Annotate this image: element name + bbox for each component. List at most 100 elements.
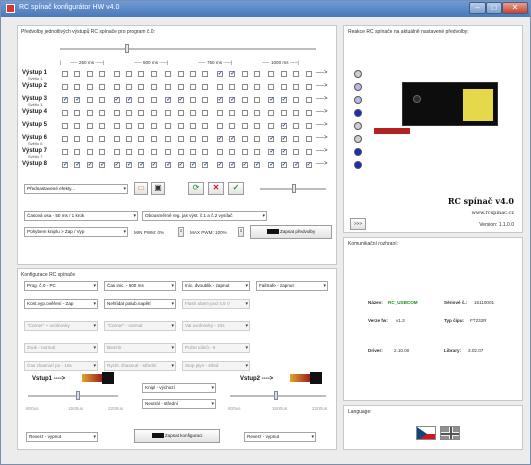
output-5-step-3-checkbox[interactable]: [86, 123, 93, 129]
output-1-step-3-checkbox[interactable]: [86, 71, 93, 77]
output-4-step-5-checkbox[interactable]: [113, 110, 120, 116]
output-5-step-5-checkbox[interactable]: [113, 123, 120, 129]
output-2-step-14-checkbox[interactable]: [229, 84, 236, 90]
config-combo-r1-c4[interactable]: FailSafe - zapnut ▾: [256, 281, 328, 291]
output-2-step-3-checkbox[interactable]: [86, 84, 93, 90]
output-1-step-18-checkbox[interactable]: [280, 71, 287, 77]
output-6-step-4-checkbox[interactable]: [99, 136, 106, 142]
output-7-step-9-checkbox[interactable]: [165, 149, 172, 155]
output-2-step-10-checkbox[interactable]: [177, 84, 184, 90]
output-2-step-16-checkbox[interactable]: [254, 84, 260, 90]
output-5-step-4-checkbox[interactable]: [99, 123, 106, 129]
output-8-step-13-checkbox[interactable]: [216, 161, 223, 168]
config-combo-r5-c1[interactable]: Čas zhasnutí po - 10s ▾: [24, 361, 98, 371]
output-2-step-1-checkbox[interactable]: [62, 84, 68, 90]
output-6-step-10-checkbox[interactable]: [177, 136, 184, 142]
output-5-step-7-checkbox[interactable]: [138, 123, 145, 129]
output-4-step-12-checkbox[interactable]: [202, 110, 209, 116]
output-1-step-7-checkbox[interactable]: [138, 71, 145, 77]
output-8-step-8-checkbox[interactable]: [150, 161, 157, 168]
output-6-step-5-checkbox[interactable]: [113, 136, 120, 142]
close-button[interactable]: ✕: [502, 2, 528, 14]
more-button[interactable]: >>>: [350, 218, 366, 230]
output-7-step-18-checkbox[interactable]: [280, 148, 287, 155]
output-2-step-11-checkbox[interactable]: [190, 84, 196, 90]
output-6-step-11-checkbox[interactable]: [190, 136, 196, 142]
output-1-step-17-checkbox[interactable]: [268, 71, 275, 77]
output-8-step-5-checkbox[interactable]: [113, 161, 120, 168]
output-5-step-17-checkbox[interactable]: [268, 123, 275, 129]
output-6-step-2-checkbox[interactable]: [74, 136, 81, 142]
output-8-step-10-checkbox[interactable]: [177, 161, 184, 168]
output-8-step-19-checkbox[interactable]: [293, 161, 299, 168]
config-combo-r3-c2[interactable]: "Corner" - normal ▾: [104, 321, 176, 331]
czech-flag-icon[interactable]: [416, 426, 436, 440]
output-2-step-20-checkbox[interactable]: [305, 84, 312, 90]
output-7-step-14-checkbox[interactable]: [229, 149, 236, 155]
knipl-combo[interactable]: Knipl - výchozí ▾: [142, 383, 216, 393]
output-8-step-4-checkbox[interactable]: [99, 161, 105, 168]
brightness-slider-thumb[interactable]: [292, 184, 296, 193]
output-7-step-1-checkbox[interactable]: [62, 149, 68, 155]
output-8-step-12-checkbox[interactable]: [202, 161, 208, 168]
output-7-step-2-checkbox[interactable]: [74, 149, 81, 155]
output-4-step-7-checkbox[interactable]: [138, 110, 145, 116]
output-7-step-19-checkbox[interactable]: [293, 149, 300, 155]
output-1-step-2-checkbox[interactable]: [74, 71, 81, 77]
output-7-step-16-checkbox[interactable]: [254, 149, 260, 155]
output-7-step-8-checkbox[interactable]: [150, 149, 157, 155]
output-1-step-4-checkbox[interactable]: [99, 71, 106, 77]
output-4-step-19-checkbox[interactable]: [293, 110, 300, 116]
config-combo-r5-c2[interactable]: Rychl. zhasnutí - střední ▾: [104, 361, 176, 371]
output-7-step-11-checkbox[interactable]: [190, 149, 196, 155]
output-5-step-16-checkbox[interactable]: [254, 123, 260, 129]
save-button[interactable]: ▣: [151, 182, 165, 195]
refresh-button[interactable]: ⟳: [188, 182, 204, 195]
output-7-step-7-checkbox[interactable]: [138, 149, 145, 155]
output-3-step-19-checkbox[interactable]: [293, 97, 300, 103]
program-slider-thumb[interactable]: [125, 44, 129, 53]
output-7-step-20-checkbox[interactable]: [305, 149, 312, 155]
output-6-step-13-checkbox[interactable]: [216, 135, 223, 142]
output-5-step-13-checkbox[interactable]: [216, 123, 223, 129]
output-7-step-5-checkbox[interactable]: [113, 149, 120, 155]
output-5-step-20-checkbox[interactable]: [305, 123, 312, 129]
button-mode-combo[interactable]: Pohybem kniplu > Zap / Vyp ▾: [24, 227, 128, 237]
output-1-step-9-checkbox[interactable]: [165, 71, 172, 77]
output-2-step-7-checkbox[interactable]: [138, 84, 145, 90]
output-5-step-6-checkbox[interactable]: [126, 123, 132, 129]
input2-slider-track[interactable]: [230, 395, 326, 397]
min-pwm-stepper[interactable]: ⇕: [178, 227, 184, 237]
input1-slider-thumb[interactable]: [76, 391, 80, 400]
output-3-step-15-checkbox[interactable]: [241, 97, 248, 103]
output-6-step-3-checkbox[interactable]: [86, 136, 93, 142]
output-3-step-16-checkbox[interactable]: [254, 97, 260, 103]
config-combo-r2-c3[interactable]: Flash alarm pod 4,5 V ▾: [182, 299, 250, 309]
output-3-step-5-checkbox[interactable]: [113, 96, 120, 103]
output-6-step-18-checkbox[interactable]: [280, 135, 287, 142]
output-4-step-17-checkbox[interactable]: [268, 110, 275, 116]
output-7-step-12-checkbox[interactable]: [202, 149, 209, 155]
output-1-step-10-checkbox[interactable]: [177, 71, 184, 77]
config-combo-r1-c1[interactable]: Prog. č.0 - PC ▾: [24, 281, 98, 291]
output-3-step-18-checkbox[interactable]: [280, 96, 287, 103]
output-4-step-13-checkbox[interactable]: [216, 110, 223, 116]
program-slider-track[interactable]: [60, 48, 316, 50]
output-1-step-16-checkbox[interactable]: [254, 71, 260, 77]
config-combo-r4-c1[interactable]: Zvuk - normal ▾: [24, 343, 98, 353]
output-2-step-6-checkbox[interactable]: [126, 84, 132, 90]
output-8-step-3-checkbox[interactable]: [86, 161, 93, 168]
output-3-step-6-checkbox[interactable]: [126, 96, 132, 103]
output-6-step-15-checkbox[interactable]: [241, 136, 248, 142]
output-2-step-5-checkbox[interactable]: [113, 84, 120, 90]
reverz1-combo[interactable]: Reverz - vypnut ▾: [26, 432, 98, 442]
output-4-step-8-checkbox[interactable]: [150, 110, 157, 116]
output-8-step-2-checkbox[interactable]: [74, 161, 80, 168]
maximize-button[interactable]: □: [486, 2, 502, 14]
output-8-step-1-checkbox[interactable]: [62, 161, 68, 168]
output-4-step-20-checkbox[interactable]: [305, 110, 312, 116]
output-7-step-13-checkbox[interactable]: [216, 149, 223, 155]
output-3-step-2-checkbox[interactable]: [74, 96, 80, 103]
write-presets-button[interactable]: Zapsat předvolby: [250, 225, 332, 239]
output-5-step-1-checkbox[interactable]: [62, 123, 68, 129]
